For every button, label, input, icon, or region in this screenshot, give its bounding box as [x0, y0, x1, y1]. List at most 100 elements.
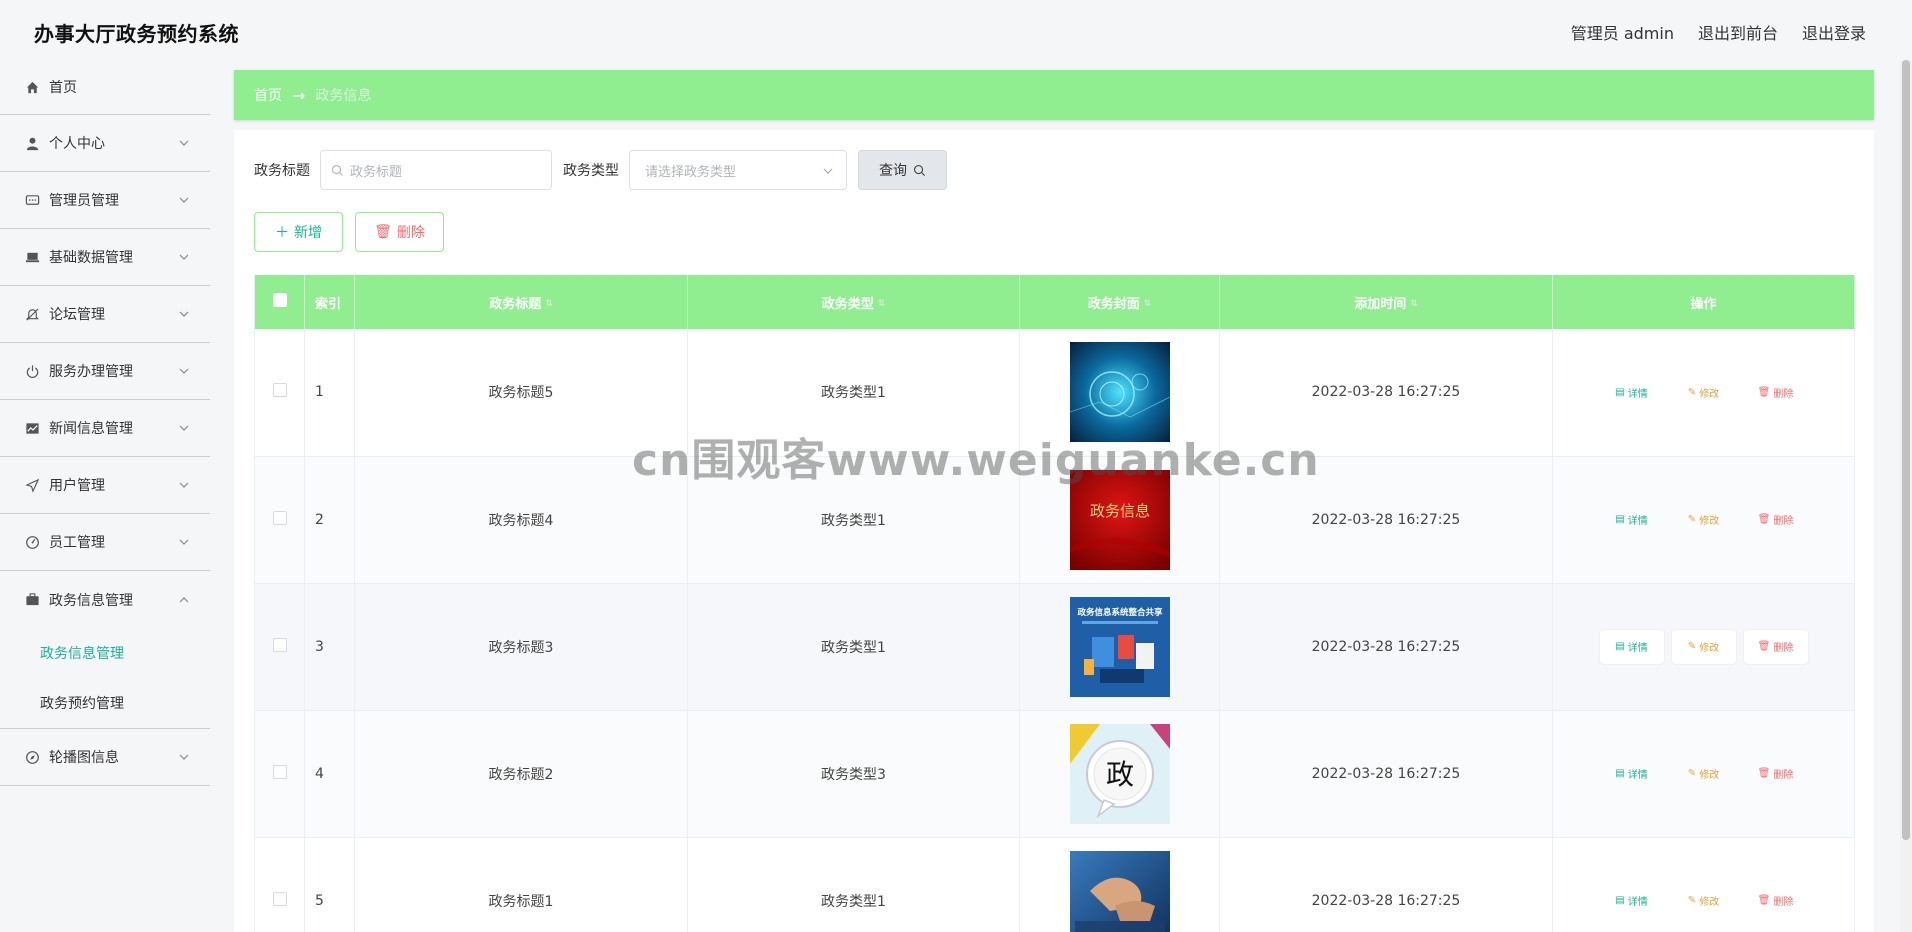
sidebar-item-label: 新闻信息管理 [49, 421, 133, 437]
sidebar-item-carousel[interactable]: 轮播图信息 [0, 729, 210, 786]
column-header-index: 索引 [304, 275, 355, 329]
row-title: 政务标题1 [354, 837, 688, 932]
edit-label: 修改 [1699, 897, 1720, 908]
row-cover: 政务信息 [1019, 456, 1220, 583]
compass-icon [24, 749, 40, 765]
breadcrumb-current: 政务信息 [315, 88, 372, 104]
title-search-input[interactable]: 政务标题 [320, 150, 552, 190]
document-icon: ▤ [1615, 514, 1625, 525]
row-checkbox[interactable] [272, 764, 287, 779]
breadcrumb-home[interactable]: 首页 [254, 85, 282, 105]
red-info-cover-image[interactable]: 政务信息 [1069, 469, 1170, 570]
trash-icon: 🗑 [1757, 895, 1771, 906]
sidebar-item-admin-management[interactable]: 管理员管理 [0, 172, 210, 229]
delete-button[interactable]: 🗑 删除 [355, 212, 444, 252]
chat-icon [24, 192, 40, 208]
chevron-down-icon [179, 254, 189, 260]
add-button[interactable]: ＋ 新增 [254, 212, 343, 252]
sidebar-item-staff[interactable]: 员工管理 [0, 514, 210, 571]
sidebar-item-gov-info[interactable]: 政务信息管理 [0, 571, 210, 628]
scrollbar-thumb[interactable] [1902, 60, 1910, 840]
chevron-down-icon [179, 311, 189, 317]
edit-button[interactable]: ✎ 修改 [1672, 503, 1736, 537]
digital-tech-cover-image[interactable] [1069, 342, 1170, 443]
query-button[interactable]: 查询 [858, 150, 947, 190]
row-time: 2022-03-28 16:27:25 [1219, 710, 1553, 837]
edit-button[interactable]: ✎ 修改 [1672, 757, 1736, 791]
edit-button[interactable]: ✎ 修改 [1671, 629, 1736, 664]
row-select-cell[interactable] [254, 329, 305, 456]
detail-button[interactable]: ▤ 详情 [1599, 629, 1664, 664]
row-actions: ▤ 详情 ✎ 修改 🗑 删除 [1552, 710, 1855, 837]
row-type: 政务类型1 [687, 583, 1020, 710]
bubble-cover-image[interactable]: 政 [1069, 723, 1170, 824]
column-header-actions: 操作 [1552, 275, 1855, 329]
search-icon [332, 164, 344, 176]
delete-row-button[interactable]: 🗑 删除 [1744, 757, 1808, 791]
table-row: 2 政务标题4 政务类型1 政务信息 2022-03-28 16:27:25 ▤… [254, 456, 1855, 583]
detail-button[interactable]: ▤ 详情 [1600, 503, 1664, 537]
detail-label: 详情 [1627, 516, 1648, 527]
sort-icon[interactable]: ⇅ [1144, 299, 1152, 309]
detail-label: 详情 [1627, 897, 1648, 908]
document-icon: ▤ [1615, 386, 1625, 398]
page-scrollbar[interactable] [1900, 60, 1912, 932]
row-checkbox[interactable] [272, 510, 287, 525]
column-header-cover[interactable]: 政务封面 ⇅ [1019, 275, 1220, 329]
sort-icon[interactable]: ⇅ [1410, 299, 1418, 309]
row-select-cell[interactable] [254, 456, 305, 583]
delete-row-button[interactable]: 🗑 删除 [1744, 375, 1808, 409]
column-header-time[interactable]: 添加时间 ⇅ [1219, 275, 1553, 329]
keyboard-cover-image[interactable] [1069, 850, 1170, 932]
sidebar-item-news[interactable]: 新闻信息管理 [0, 400, 210, 457]
sidebar-item-label: 服务办理管理 [49, 364, 133, 380]
type-select[interactable]: 请选择政务类型 [629, 150, 847, 190]
sidebar-item-forum[interactable]: 论坛管理 [0, 286, 210, 343]
row-checkbox[interactable] [272, 637, 287, 652]
sidebar-item-users[interactable]: 用户管理 [0, 457, 210, 514]
row-time: 2022-03-28 16:27:25 [1219, 456, 1553, 583]
blue-poster-cover-image[interactable]: 政务信息系统整合共享 [1069, 596, 1170, 697]
delete-row-button[interactable]: 🗑 删除 [1744, 884, 1808, 918]
edit-button[interactable]: ✎ 修改 [1672, 375, 1736, 409]
select-all-cell[interactable] [254, 275, 305, 329]
logout-link[interactable]: 退出登录 [1802, 20, 1866, 44]
column-header-type[interactable]: 政务类型 ⇅ [687, 275, 1020, 329]
add-button-label: 新增 [294, 225, 322, 241]
delete-row-button[interactable]: 🗑 删除 [1744, 503, 1808, 537]
sidebar-item-home[interactable]: 首页 [0, 60, 210, 115]
back-to-front-link[interactable]: 退出到前台 [1698, 20, 1778, 44]
row-select-cell[interactable] [254, 583, 305, 710]
select-all-checkbox[interactable] [272, 293, 287, 307]
type-select-placeholder: 请选择政务类型 [645, 164, 737, 180]
row-checkbox[interactable] [272, 383, 287, 398]
table-row: 4 政务标题2 政务类型3 政 2022-03-28 16:27:25 ▤ 详情… [254, 710, 1855, 837]
sidebar-item-personal-center[interactable]: 个人中心 [0, 115, 210, 172]
edit-button[interactable]: ✎ 修改 [1672, 884, 1736, 918]
chevron-down-icon [179, 482, 189, 488]
row-select-cell[interactable] [254, 837, 305, 932]
row-checkbox[interactable] [272, 891, 287, 906]
detail-button[interactable]: ▤ 详情 [1600, 757, 1664, 791]
sidebar-item-basic-data[interactable]: 基础数据管理 [0, 229, 210, 286]
detail-label: 详情 [1627, 770, 1648, 781]
row-time: 2022-03-28 16:27:25 [1219, 329, 1553, 456]
column-header-title[interactable]: 政务标题 ⇅ [354, 275, 688, 329]
detail-button[interactable]: ▤ 详情 [1600, 884, 1664, 918]
edit-icon: ✎ [1687, 641, 1697, 652]
row-cover: 政 [1019, 710, 1220, 837]
sidebar-item-service[interactable]: 服务办理管理 [0, 343, 210, 400]
column-header-time-label: 添加时间 [1354, 296, 1407, 312]
submenu-gov-info-management[interactable]: 政务信息管理 [0, 628, 210, 678]
detail-button[interactable]: ▤ 详情 [1600, 375, 1664, 409]
row-title: 政务标题4 [354, 456, 688, 583]
briefcase-icon [24, 592, 40, 608]
sort-icon[interactable]: ⇅ [878, 299, 886, 309]
chevron-up-icon [179, 596, 189, 602]
plus-icon: ＋ [275, 225, 289, 241]
sort-icon[interactable]: ⇅ [545, 299, 553, 309]
row-select-cell[interactable] [254, 710, 305, 837]
submenu-gov-appointment[interactable]: 政务预约管理 [0, 678, 210, 728]
delete-row-button[interactable]: 🗑 删除 [1743, 629, 1808, 664]
document-icon: ▤ [1615, 895, 1625, 906]
